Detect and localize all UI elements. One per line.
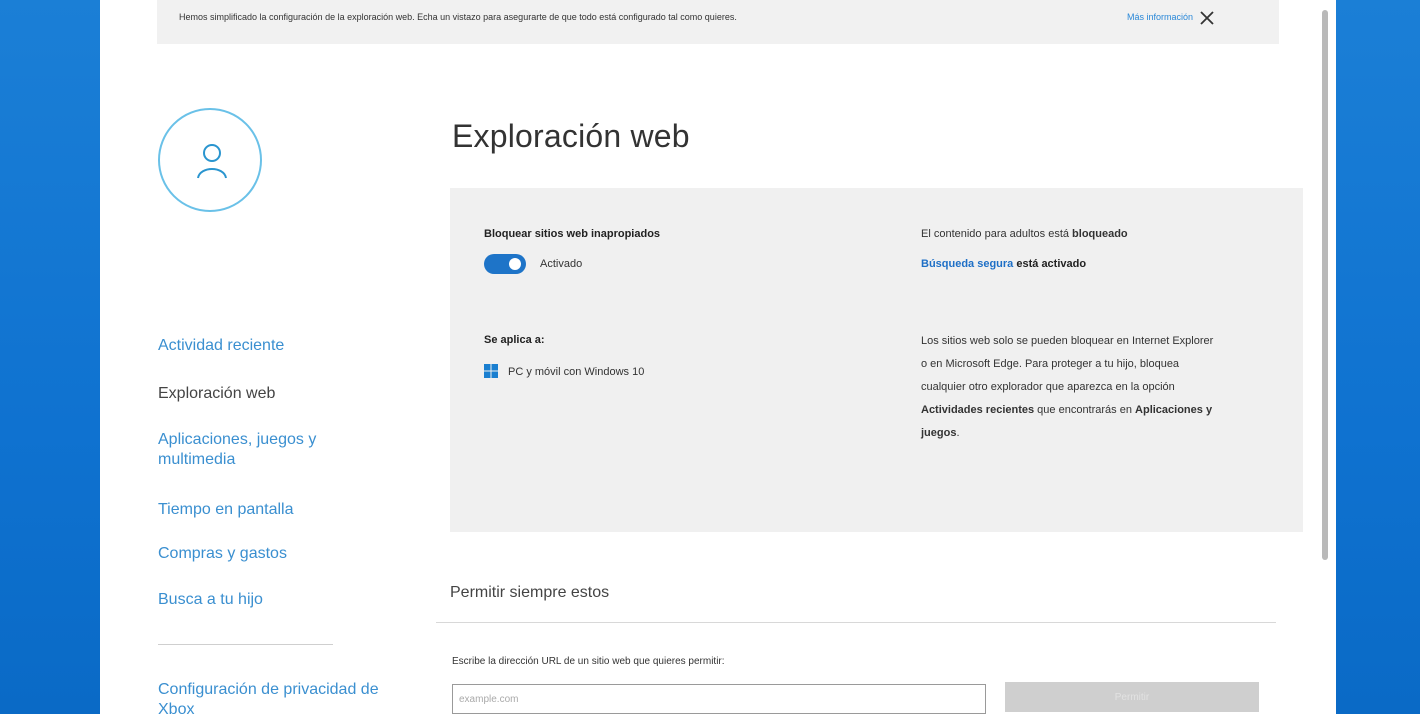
web-browsing-settings-panel: Bloquear sitios web inapropiados Activad… — [450, 188, 1303, 532]
safesearch-link[interactable]: Búsqueda segura — [921, 258, 1013, 270]
safesearch-status: Búsqueda segura está activado — [921, 258, 1086, 270]
sidebar-item-find-child[interactable]: Busca a tu hijo — [158, 590, 408, 610]
sidebar-item-screen-time[interactable]: Tiempo en pantalla — [158, 500, 408, 520]
adult-content-value: bloqueado — [1072, 228, 1128, 240]
windows-logo-icon — [484, 364, 498, 378]
safesearch-suffix: está activado — [1013, 258, 1087, 270]
allow-url-button[interactable]: Permitir — [1005, 682, 1259, 712]
note-text-2: que encontrarás en — [1034, 404, 1136, 416]
person-icon — [197, 144, 227, 179]
close-icon[interactable] — [1195, 6, 1219, 30]
block-sites-label: Bloquear sitios web inapropiados — [484, 228, 661, 240]
url-field-label: Escribe la dirección URL de un sitio web… — [452, 656, 725, 667]
desktop-right-strip — [1336, 0, 1420, 714]
browser-restriction-note: Los sitios web solo se pueden bloquear e… — [921, 330, 1221, 445]
sidebar-item-purchases[interactable]: Compras y gastos — [158, 544, 408, 564]
desktop-left-strip — [0, 0, 100, 714]
allow-list-divider — [436, 622, 1276, 623]
child-avatar[interactable] — [158, 108, 262, 212]
note-text-1: Los sitios web solo se pueden bloquear e… — [921, 335, 1214, 393]
sidebar-divider — [158, 644, 333, 645]
allowed-url-input[interactable] — [452, 684, 986, 714]
device-label: PC y móvil con Windows 10 — [508, 366, 645, 378]
vertical-scrollbar[interactable] — [1322, 10, 1328, 560]
adult-content-status: El contenido para adultos está bloqueado — [921, 228, 1128, 240]
desktop-background: Hemos simplificado la configuración de l… — [0, 0, 1420, 714]
toggle-knob — [509, 258, 521, 270]
banner-message: Hemos simplificado la configuración de l… — [179, 12, 737, 22]
sidebar-item-xbox-privacy[interactable]: Configuración de privacidad de Xbox — [158, 680, 398, 714]
sidebar-item-apps-games-media[interactable]: Aplicaciones, juegos y multimedia — [158, 430, 348, 470]
applies-to-label: Se aplica a: — [484, 334, 545, 346]
adult-content-prefix: El contenido para adultos está — [921, 228, 1073, 240]
block-sites-toggle[interactable] — [484, 254, 526, 274]
note-text-3: . — [956, 427, 960, 439]
toggle-state-label: Activado — [540, 258, 583, 270]
sidebar-item-recent-activity[interactable]: Actividad reciente — [158, 336, 408, 356]
allow-list-title: Permitir siempre estos — [450, 584, 610, 601]
more-info-link[interactable]: Más información — [1127, 12, 1193, 22]
page-title: Exploración web — [452, 118, 690, 154]
note-bold-recent-activities: Actividades recientes — [921, 404, 1035, 416]
sidebar-item-web-browsing[interactable]: Exploración web — [158, 384, 408, 404]
info-banner: Hemos simplificado la configuración de l… — [157, 0, 1279, 44]
family-settings-window: Hemos simplificado la configuración de l… — [100, 0, 1336, 714]
